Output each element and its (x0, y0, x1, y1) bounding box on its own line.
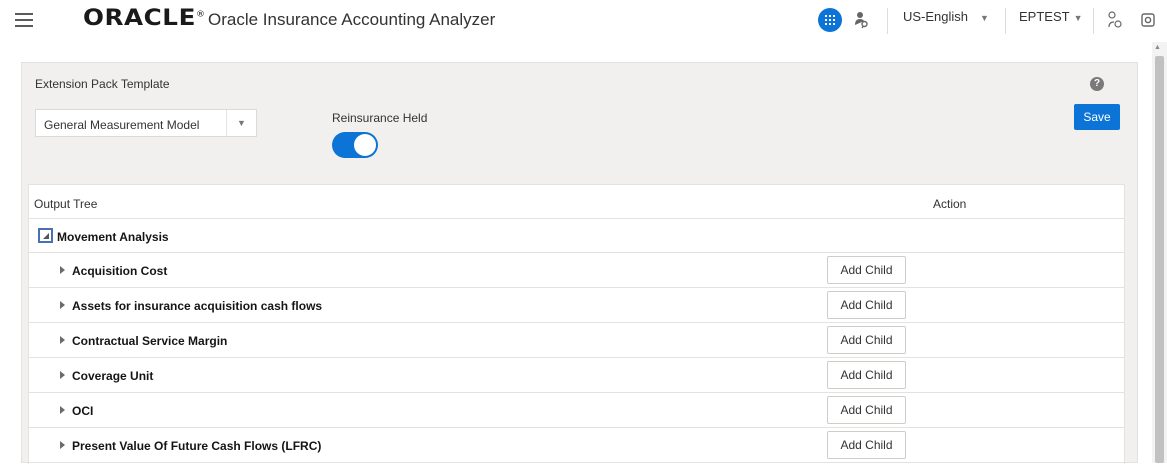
add-child-button[interactable]: Add Child (827, 396, 906, 424)
tree-node-label[interactable]: Acquisition Cost (72, 264, 167, 278)
oracle-logo: ORACLE® (83, 6, 206, 31)
tree-node-label[interactable]: Coverage Unit (72, 369, 153, 383)
language-select[interactable]: US-English ▼ (903, 9, 989, 24)
add-child-button[interactable]: Add Child (827, 291, 906, 319)
chevron-down-icon[interactable]: ▼ (226, 110, 256, 136)
reinsurance-held-toggle[interactable] (332, 132, 378, 158)
add-child-button[interactable]: Add Child (827, 361, 906, 389)
expand-icon[interactable] (60, 336, 65, 344)
expand-icon[interactable] (60, 406, 65, 414)
scroll-up-arrow-icon[interactable]: ▲ (1154, 44, 1161, 51)
tree-node-label[interactable]: Assets for insurance acquisition cash fl… (72, 299, 322, 313)
collapse-icon[interactable] (38, 228, 53, 243)
column-header-output-tree: Output Tree (34, 197, 98, 211)
add-child-button[interactable]: Add Child (827, 256, 906, 284)
save-button[interactable]: Save (1074, 104, 1120, 130)
settings-icon[interactable] (1140, 11, 1156, 29)
expand-icon[interactable] (60, 301, 65, 309)
table-row: Coverage Unit Add Child (29, 358, 1124, 393)
top-bar: ORACLE® Oracle Insurance Accounting Anal… (0, 0, 1167, 42)
column-header-action: Action (933, 197, 967, 211)
help-icon[interactable]: ? (1090, 77, 1104, 91)
measurement-model-value: General Measurement Model (44, 118, 200, 132)
tree-root-row: Movement Analysis (29, 219, 1124, 253)
user-menu[interactable]: EPTEST ▼ (1019, 9, 1083, 24)
expand-icon[interactable] (60, 266, 65, 274)
table-row: OCI Add Child (29, 393, 1124, 428)
table-row: Acquisition Cost Add Child (29, 253, 1124, 288)
table-row: Present Value Of Future Cash Flows (LFRC… (29, 428, 1124, 463)
divider (887, 8, 888, 34)
menu-icon[interactable] (15, 13, 33, 27)
tree-node-label[interactable]: OCI (72, 404, 93, 418)
user-icon[interactable] (854, 11, 868, 29)
table-row: Assets for insurance acquisition cash fl… (29, 288, 1124, 323)
table-header: Output Tree Action (29, 185, 1124, 219)
hierarchy-icon[interactable] (1107, 11, 1123, 29)
add-child-button[interactable]: Add Child (827, 326, 906, 354)
extension-pack-panel: Extension Pack Template ? Save General M… (21, 62, 1138, 464)
page-title: Extension Pack Template (35, 77, 170, 91)
tree-node-label[interactable]: Present Value Of Future Cash Flows (LFRC… (72, 439, 321, 453)
divider (1005, 8, 1006, 34)
divider (1093, 8, 1094, 34)
output-tree-table: Output Tree Action Movement Analysis Acq… (28, 184, 1125, 464)
tree-root-label[interactable]: Movement Analysis (57, 230, 169, 244)
toggle-knob (354, 134, 376, 156)
apps-grid-icon[interactable] (818, 8, 842, 32)
expand-icon[interactable] (60, 441, 65, 449)
tree-node-label[interactable]: Contractual Service Margin (72, 334, 227, 348)
app-title: Oracle Insurance Accounting Analyzer (208, 10, 496, 29)
add-child-button[interactable]: Add Child (827, 431, 906, 459)
table-row: Contractual Service Margin Add Child (29, 323, 1124, 358)
expand-icon[interactable] (60, 371, 65, 379)
scrollbar-thumb[interactable] (1155, 56, 1164, 463)
measurement-model-select[interactable]: General Measurement Model ▼ (35, 109, 257, 137)
reinsurance-held-label: Reinsurance Held (332, 111, 428, 125)
